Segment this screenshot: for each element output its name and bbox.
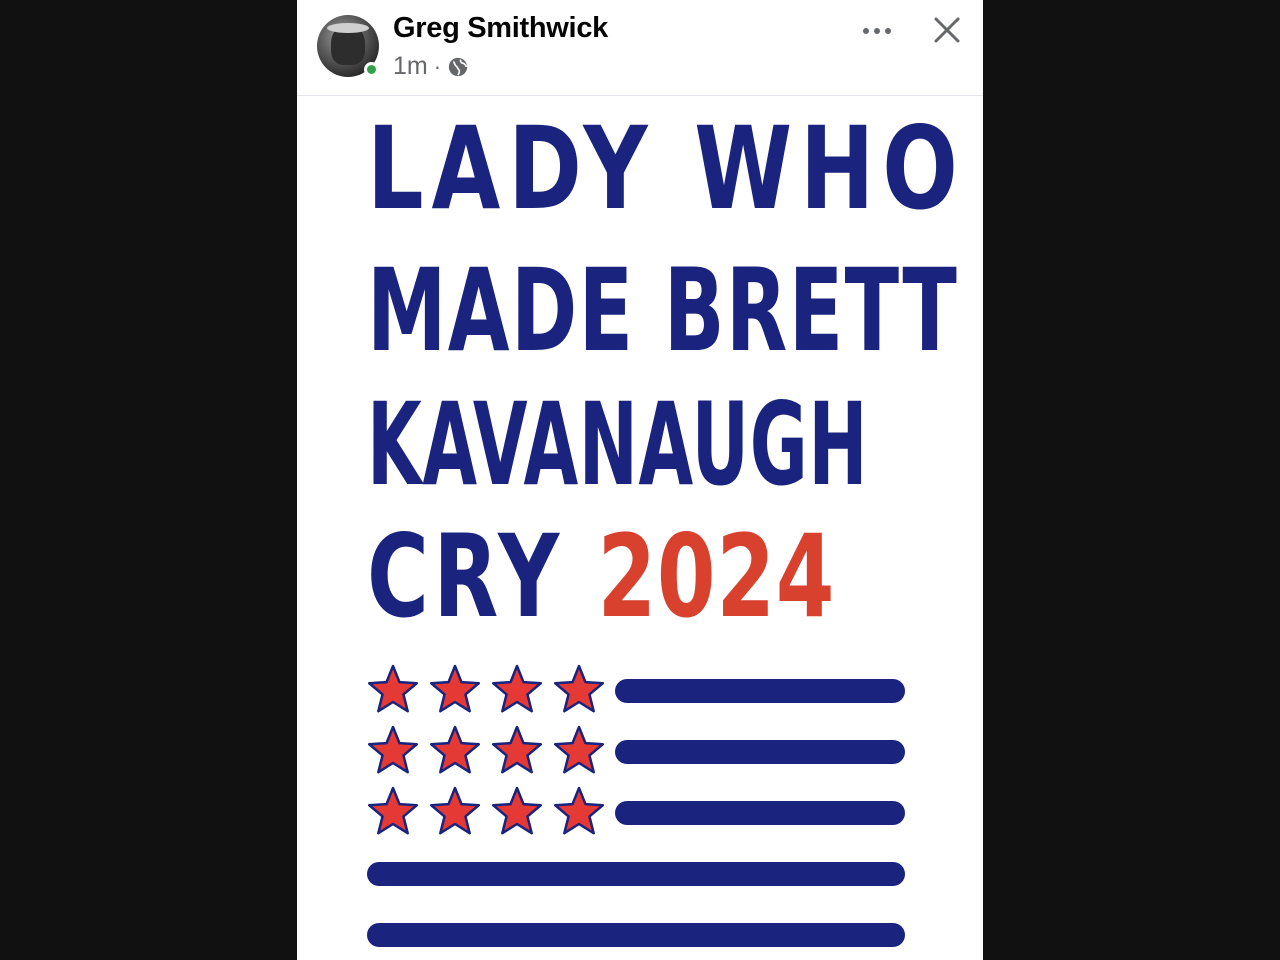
flag-star (429, 786, 481, 835)
flag-star (553, 664, 605, 713)
flag-star (429, 664, 481, 713)
more-horizontal-icon[interactable] (857, 14, 897, 48)
post-time[interactable]: 1m (393, 52, 428, 81)
flag-star (491, 725, 543, 774)
poster-year: 2024 (597, 510, 836, 643)
close-icon[interactable] (929, 12, 965, 48)
flag-star (367, 725, 419, 774)
globe-icon[interactable] (447, 56, 469, 78)
poster-word-cry: CRY (367, 510, 564, 643)
post-image[interactable]: LADY WHO MADE BRETT KAVANAUGH CRY 2024 (297, 96, 983, 960)
poster-line-3: KAVANAUGH (367, 378, 869, 511)
poster-line-1: LADY WHO (367, 102, 966, 235)
post-header: Greg Smithwick 1m · (297, 0, 983, 96)
post-meta: 1m · (393, 52, 469, 81)
flag-star (491, 786, 543, 835)
online-status-indicator (364, 62, 379, 77)
flag-star (491, 664, 543, 713)
flag-stripe-short (615, 679, 905, 703)
post-viewer: Greg Smithwick 1m · LADY WHO MADE BRETT … (297, 0, 983, 960)
flag-stripe-short (615, 740, 905, 764)
flag-star (553, 786, 605, 835)
poster-line-2: MADE BRETT (367, 244, 959, 377)
author-avatar[interactable] (317, 15, 379, 77)
meta-separator: · (433, 53, 442, 79)
author-name[interactable]: Greg Smithwick (393, 12, 608, 45)
flag-graphic (367, 664, 905, 947)
poster-line-4: CRY 2024 (367, 510, 835, 643)
flag-star (429, 725, 481, 774)
flag-star (367, 664, 419, 713)
flag-stripe-short (615, 801, 905, 825)
flag-star (553, 725, 605, 774)
flag-stripe-long (367, 923, 905, 947)
flag-stripe-long (367, 862, 905, 886)
flag-star (367, 786, 419, 835)
